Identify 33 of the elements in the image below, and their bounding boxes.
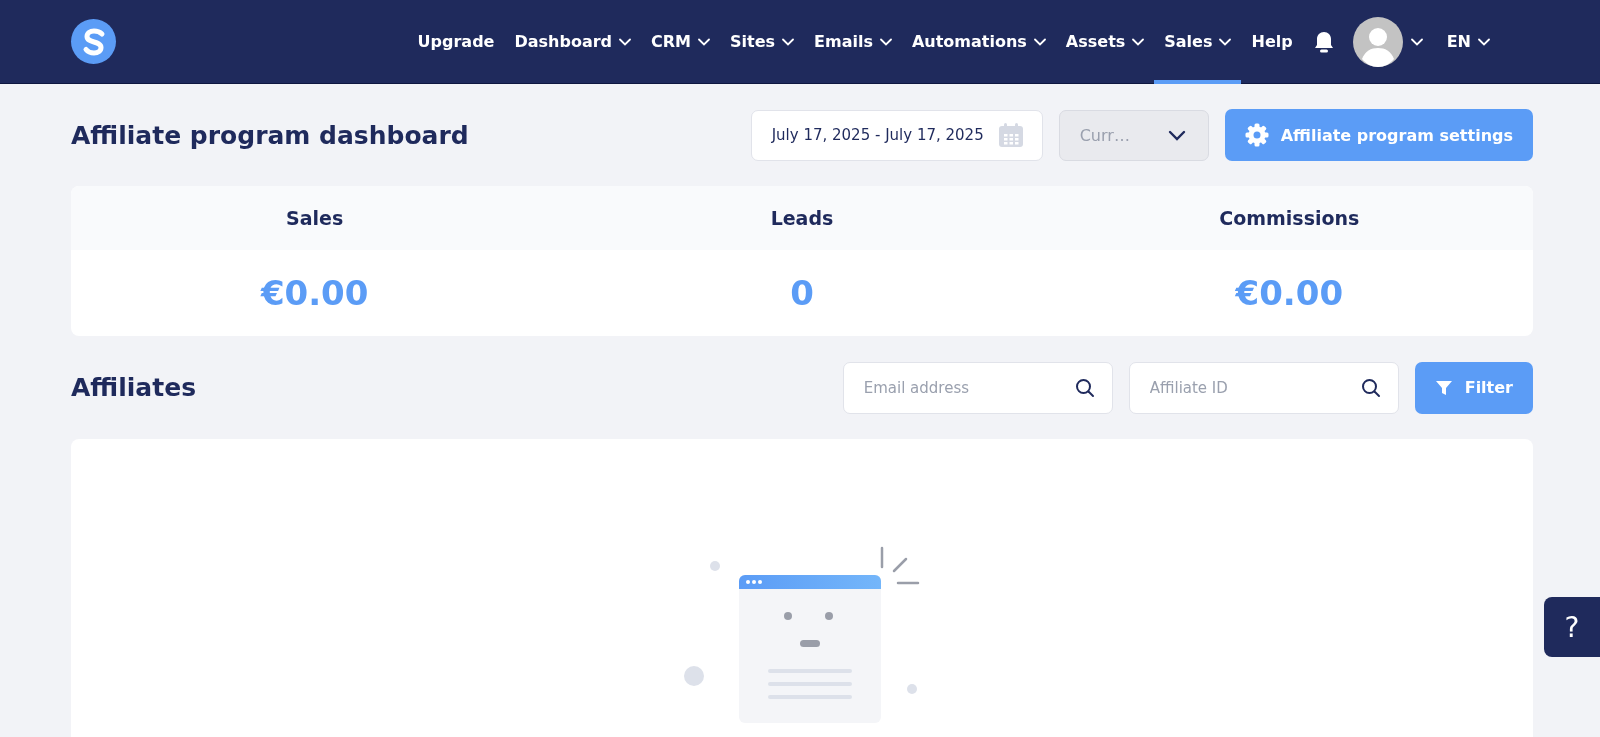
calendar-icon (997, 122, 1024, 148)
caret-icon (1410, 37, 1423, 46)
bell-icon[interactable] (1312, 29, 1335, 54)
search-icon (1074, 377, 1095, 398)
settings-icon (1244, 123, 1269, 147)
email-search-field[interactable]: Email address (842, 361, 1113, 414)
caret-icon (1478, 37, 1490, 46)
search-icon (1360, 377, 1381, 398)
funnel-icon (1434, 378, 1453, 397)
nav-menu-item[interactable]: Dashboard (504, 0, 641, 84)
logo-icon[interactable] (71, 19, 116, 64)
stat-label: Leads (558, 186, 1046, 250)
nav-menu-item[interactable]: Help (1241, 0, 1303, 84)
nav-menu-item[interactable]: CRM (641, 0, 720, 84)
nav-menu-item[interactable]: Upgrade (407, 0, 505, 84)
stat-value: €0.00 (259, 272, 370, 315)
help-button[interactable]: ? (1544, 597, 1600, 657)
stat-value: 0 (789, 272, 815, 315)
nav-menu-item[interactable]: Automations (901, 0, 1056, 84)
affiliate-id-search-field[interactable]: Affiliate ID (1128, 361, 1399, 414)
language-menu[interactable]: EN (1436, 0, 1500, 84)
nav-menu-item[interactable]: Sites (720, 0, 805, 84)
nav-menu-item[interactable]: Emails (804, 0, 902, 84)
chevron-icon (1167, 129, 1186, 141)
stat-value: €0.00 (1234, 272, 1345, 315)
stat-label: Commissions (1045, 186, 1533, 250)
date-range-picker[interactable]: July 17, 2025 - July 17, 2025 (750, 109, 1043, 161)
nav-menu-item[interactable]: Assets (1055, 0, 1155, 84)
page-title: Affiliate program dashboard (71, 120, 469, 150)
avatar-icon[interactable] (1352, 16, 1403, 67)
section-title: Affiliates (71, 373, 197, 402)
nav-menu-item[interactable]: Sales (1154, 0, 1242, 84)
stat-label: Sales (71, 186, 559, 250)
